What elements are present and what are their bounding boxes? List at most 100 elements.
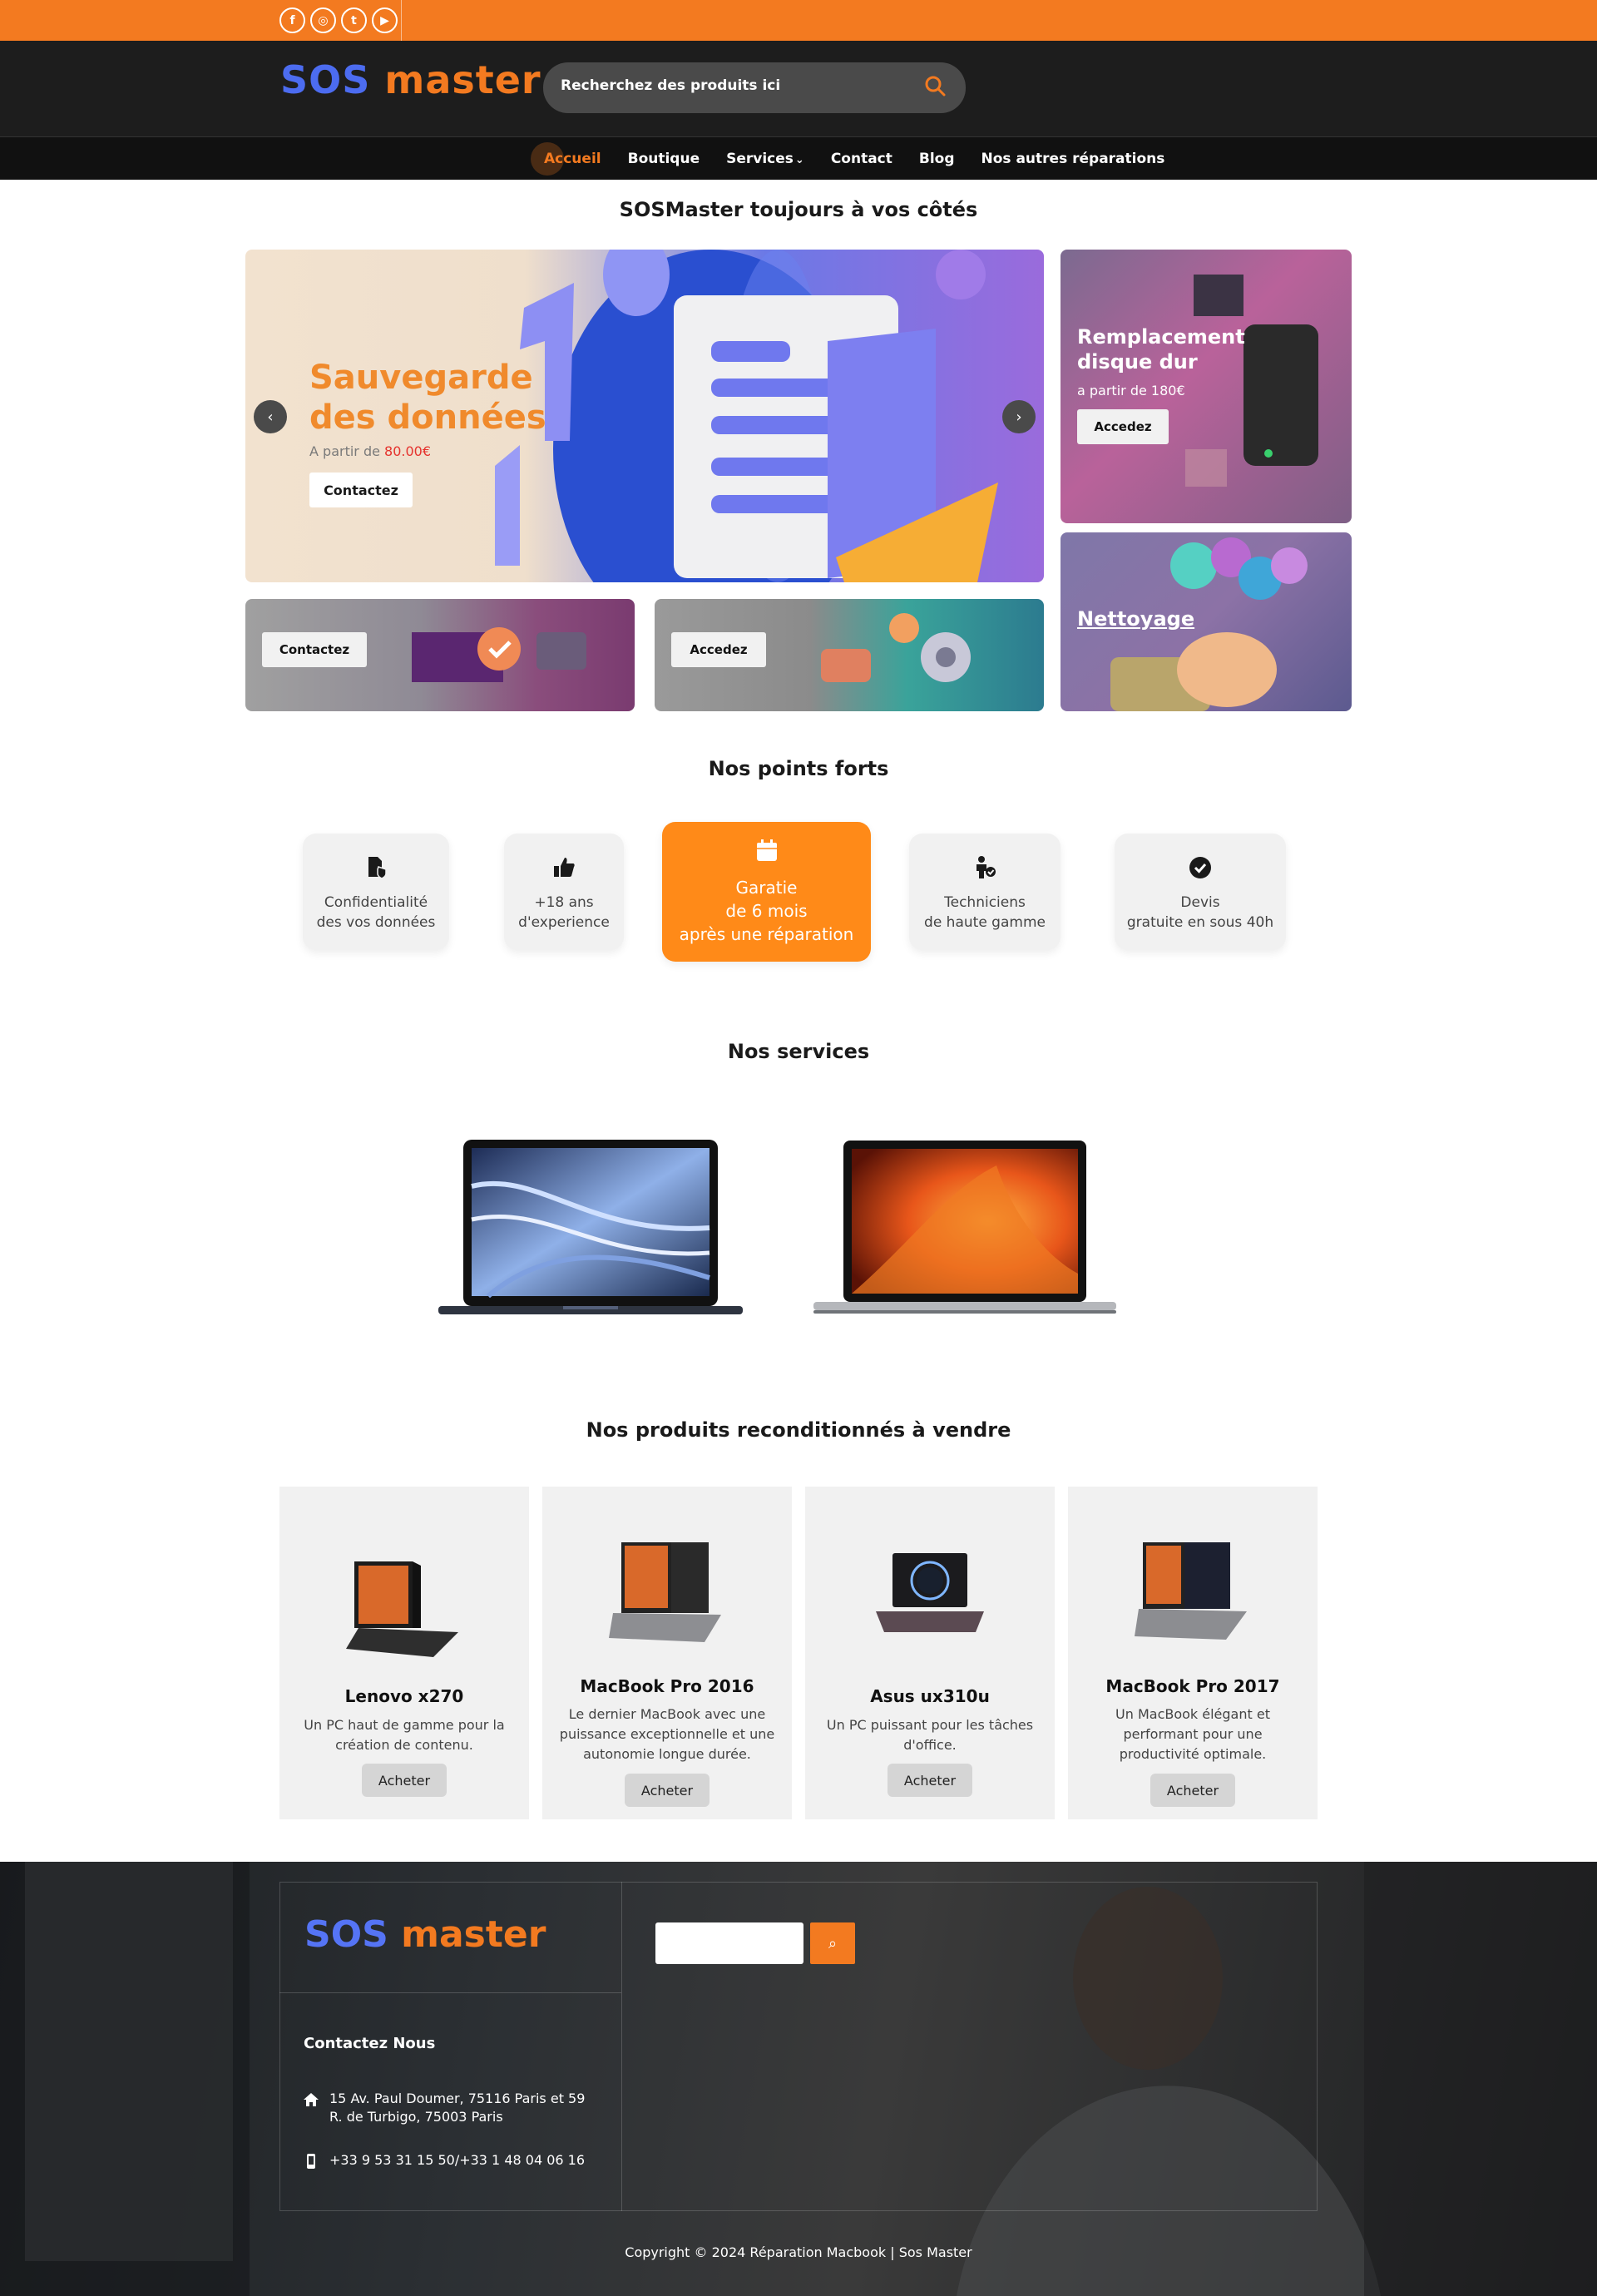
slider-prev-arrow-icon[interactable]: ‹: [254, 400, 287, 433]
shield-file-icon: [368, 857, 387, 879]
product-description: Le dernier MacBook avec une puissance ex…: [559, 1706, 775, 1762]
nav-label: Nos autres réparations: [981, 151, 1165, 167]
search-icon[interactable]: [922, 73, 947, 98]
footer-logo[interactable]: SOS master: [304, 1913, 546, 1956]
nav-item-contact[interactable]: Contact: [831, 151, 892, 167]
bottom-card-accedez-button[interactable]: Accedez: [671, 632, 766, 667]
search-bar[interactable]: Recherchez des produits ici: [543, 62, 966, 113]
strength-line: Techniciens: [944, 894, 1026, 911]
services-title: Nos services: [727, 1040, 870, 1063]
contact-title: Contactez Nous: [304, 2035, 436, 2052]
cleaning-card-title: Nettoyage: [1077, 607, 1195, 631]
buy-button[interactable]: Acheter: [625, 1774, 710, 1807]
logo-master: master: [401, 1913, 546, 1956]
hero-price-value: 80.00€: [384, 443, 432, 459]
strength-card-experience: +18 ans d'experience: [504, 834, 624, 950]
strength-line: Devis: [1180, 894, 1220, 911]
product-description: Un PC puissant pour les tâches d'office.: [826, 1717, 1034, 1753]
product-card-macbook-pro-2017: MacBook Pro 2017 Un MacBook élégant et p…: [1068, 1487, 1318, 1819]
site-logo[interactable]: SOS master: [280, 57, 541, 102]
technician-icon: [976, 856, 996, 878]
contact-phone[interactable]: +33 9 53 31 15 50/+33 1 48 04 06 16: [329, 2152, 585, 2168]
cleaning-card[interactable]: Nettoyage: [1061, 532, 1352, 711]
nav-item-services[interactable]: Services ⌄: [726, 151, 804, 167]
twitter-icon[interactable]: t: [341, 7, 367, 33]
footer-search-button[interactable]: ⌕: [810, 1922, 855, 1964]
nav-item-blog[interactable]: Blog: [919, 151, 955, 167]
site-footer: SOS master Contactez Nous 15 Av. Paul Do…: [0, 1862, 1597, 2296]
main-nav: Accueil Boutique Services ⌄ Contact Blog …: [0, 136, 1597, 180]
nav-label: Blog: [918, 151, 955, 167]
contact-address: 15 Av. Paul Doumer, 75116 Paris et 59 R.…: [329, 2091, 586, 2125]
product-name: MacBook Pro 2016: [580, 1676, 754, 1696]
logo-sos: SOS: [304, 1913, 388, 1956]
product-image: [1135, 1542, 1247, 1640]
disk-replacement-card[interactable]: Remplacement disque dur a partir de 180€…: [1061, 250, 1352, 523]
logo-sos: SOS: [280, 57, 371, 102]
product-description: Un MacBook élégant et performant pour un…: [1115, 1706, 1270, 1762]
mobile-phone-icon: [307, 2154, 315, 2169]
products-title: Nos produits reconditionnés à vendre: [586, 1418, 1011, 1442]
product-name: MacBook Pro 2017: [1105, 1676, 1280, 1696]
product-image: [609, 1542, 721, 1642]
page-headline: SOSMaster toujours à vos côtés: [619, 198, 978, 221]
buy-button[interactable]: Acheter: [1150, 1774, 1235, 1807]
calendar-icon: [756, 839, 777, 861]
disk-card-title: Remplacement disque dur: [1077, 325, 1245, 374]
search-input[interactable]: Recherchez des produits ici: [561, 77, 780, 94]
product-description: Un PC haut de gamme pour la création de …: [304, 1717, 505, 1753]
product-image: [346, 1561, 458, 1657]
macbook-air-service[interactable]: [438, 1136, 743, 1324]
hero-price: A partir de 80.00€: [309, 443, 431, 459]
top-bar: f ◎ t ▶: [0, 0, 1597, 41]
social-links: f ◎ t ▶: [279, 7, 398, 33]
strength-line: gratuite en sous 40h: [1126, 914, 1274, 931]
strength-line: d'experience: [518, 914, 610, 931]
product-name: Lenovo x270: [344, 1686, 464, 1706]
chevron-down-icon: ⌄: [794, 154, 804, 166]
bottom-card-access[interactable]: Accedez: [655, 599, 1044, 711]
strength-line: après une réparation: [679, 924, 854, 944]
nav-item-boutique[interactable]: Boutique: [628, 151, 700, 167]
product-card-macbook-pro-2016: MacBook Pro 2016 Le dernier MacBook avec…: [542, 1487, 792, 1819]
disk-card-price: a partir de 180€: [1077, 383, 1185, 398]
product-card-asus: Asus ux310u Un PC puissant pour les tâch…: [805, 1487, 1055, 1819]
hero-slider: Sauvegarde des données A partir de 80.00…: [245, 250, 1044, 582]
copyright: Copyright © 2024 Réparation Macbook | So…: [625, 2244, 972, 2260]
check-circle-icon: [1189, 857, 1211, 878]
macbook-pro-service[interactable]: [813, 1141, 1116, 1315]
strength-card-confidentiality: Confidentialité des vos données: [303, 834, 449, 950]
strength-line: des vos données: [316, 914, 436, 931]
slider-next-arrow-icon[interactable]: ›: [1002, 400, 1036, 433]
youtube-icon[interactable]: ▶: [372, 7, 398, 33]
instagram-icon[interactable]: ◎: [310, 7, 336, 33]
strength-line: de 6 mois: [725, 901, 808, 921]
hero-contact-button[interactable]: Contactez: [309, 473, 413, 507]
product-name: Asus ux310u: [870, 1686, 990, 1706]
nav-label: Contact: [830, 151, 892, 167]
strength-line: +18 ans: [534, 894, 594, 911]
strength-card-warranty: Garatie de 6 mois après une réparation: [662, 822, 871, 962]
bottom-card-contactez-button[interactable]: Contactez: [262, 632, 367, 667]
nav-item-accueil[interactable]: Accueil: [531, 142, 601, 176]
nav-label: Accueil: [544, 151, 601, 167]
bottom-card-contact[interactable]: Contactez: [245, 599, 635, 711]
facebook-icon[interactable]: f: [279, 7, 305, 33]
strength-card-technicians: Techniciens de haute gamme: [909, 834, 1061, 950]
footer-divider: [621, 1882, 622, 2211]
nav-item-autres-reparations[interactable]: Nos autres réparations: [981, 151, 1165, 167]
nav-label: Services: [726, 151, 794, 167]
strength-line: Confidentialité: [324, 894, 428, 911]
hero-title: Sauvegarde des données: [309, 359, 546, 437]
thumbs-up-icon: [554, 858, 575, 877]
buy-button[interactable]: Acheter: [362, 1764, 447, 1797]
nav-label: Boutique: [627, 151, 700, 167]
product-card-lenovo: Lenovo x270 Un PC haut de gamme pour la …: [279, 1487, 529, 1819]
topbar-divider: [401, 0, 402, 41]
disk-card-accedez-button[interactable]: Accedez: [1077, 409, 1169, 444]
footer-search-input[interactable]: [655, 1922, 803, 1964]
footer-divider: [279, 1992, 621, 1993]
search-icon: ⌕: [828, 1934, 838, 1952]
strength-line: Garatie: [735, 878, 798, 898]
buy-button[interactable]: Acheter: [887, 1764, 972, 1797]
